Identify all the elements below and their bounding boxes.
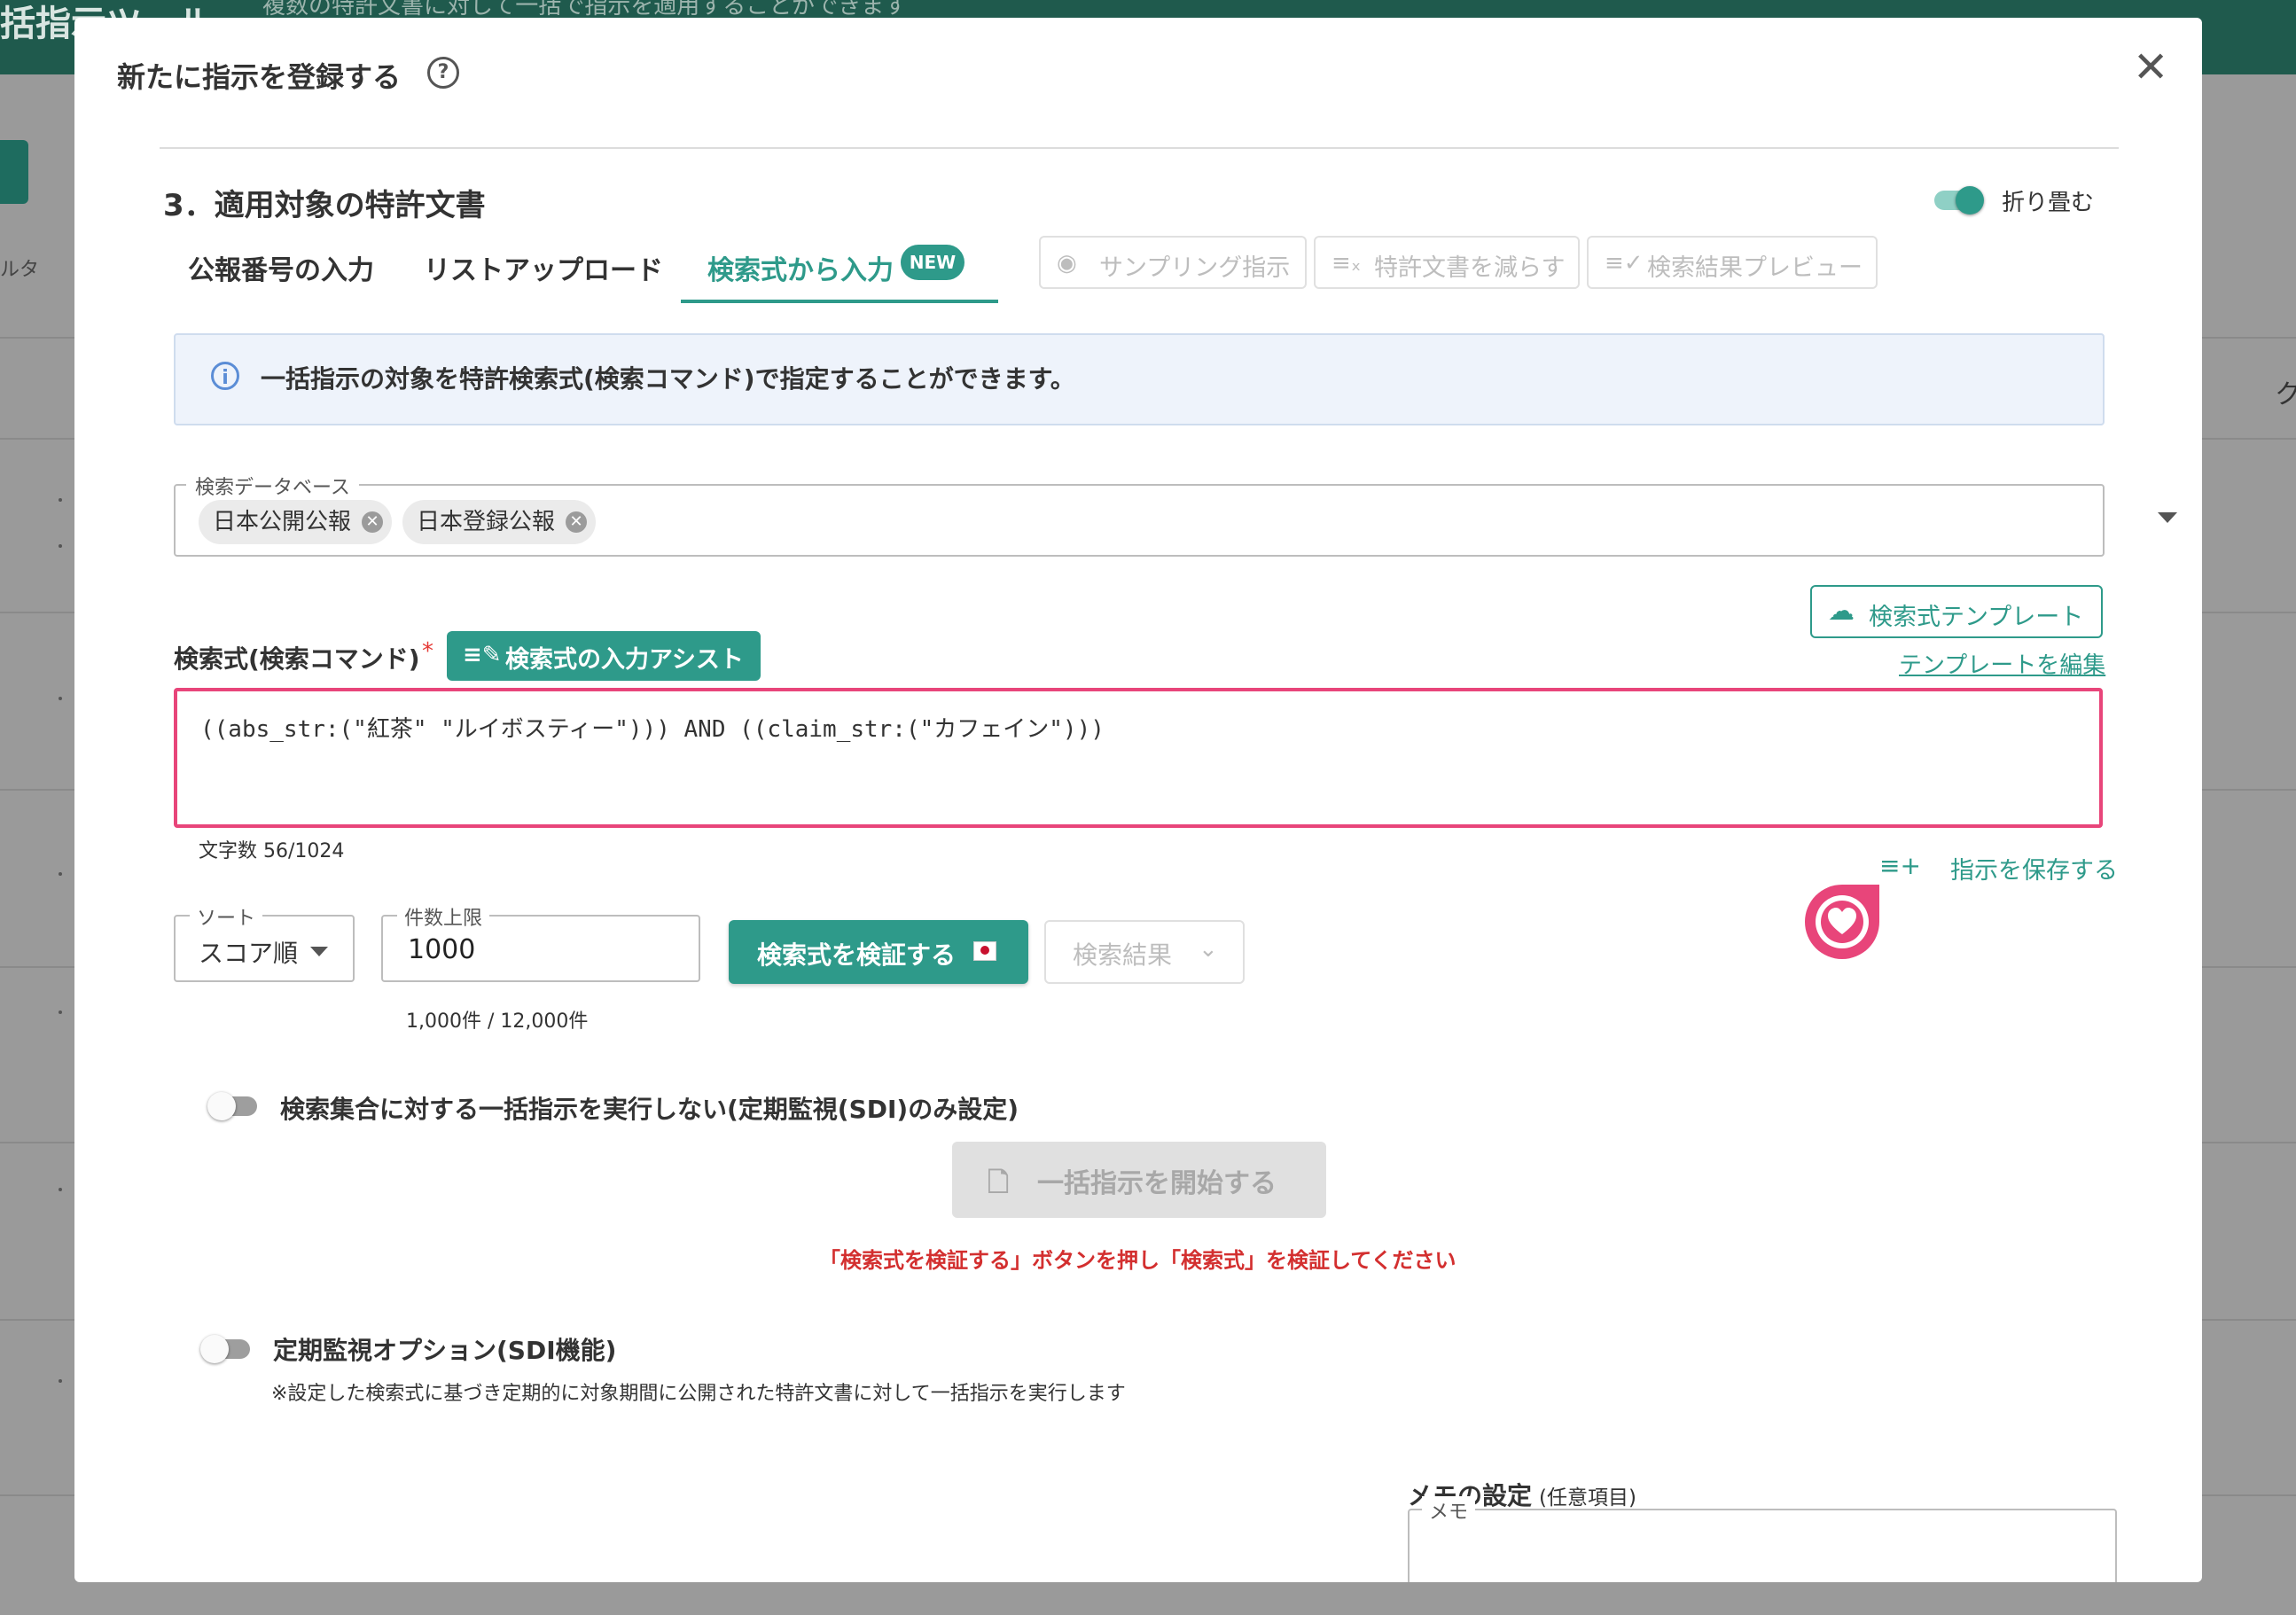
background-right-text: ク: [2275, 379, 2296, 410]
info-text: 一括指示の対象を特許検索式(検索コマンド)で指定することができます。: [261, 364, 1075, 394]
preview-results-button[interactable]: ≡✓ 検索結果プレビュー: [1587, 236, 1878, 289]
sdi-label: 定期監視オプション(SDI機能): [273, 1336, 617, 1365]
sdi-toggle[interactable]: [200, 1335, 254, 1363]
search-results-button[interactable]: 検索結果 ⌄: [1044, 920, 1245, 984]
new-badge: NEW: [901, 245, 964, 280]
reduce-documents-button[interactable]: ≡ₓ 特許文書を減らす: [1314, 236, 1580, 289]
database-select[interactable]: 日本公開公報 ✕ 日本登録公報 ✕: [174, 484, 2177, 557]
start-bulk-instruction-button[interactable]: 🗋 一括指示を開始する: [952, 1142, 1326, 1218]
japan-flag-icon: [973, 941, 996, 961]
background-filter-label: ルタ: [0, 259, 40, 281]
memo-textarea[interactable]: [1408, 1509, 2117, 1582]
collapse-toggle-knob: [1956, 186, 1984, 215]
database-chip-label: 日本公開公報: [213, 509, 352, 535]
limit-hint: 1,000件 / 12,000件: [406, 1010, 589, 1033]
database-chip[interactable]: 日本登録公報 ✕: [402, 500, 597, 544]
search-results-label: 検索結果: [1073, 940, 1173, 970]
cloud-download-icon: ☁: [1828, 596, 1855, 627]
playlist-add-icon[interactable]: ≡+: [1879, 851, 1921, 880]
verify-query-label: 検索式を検証する: [757, 940, 957, 970]
chevron-down-icon: ⌄: [1199, 936, 1218, 963]
section-title: 3．適用対象の特許文書: [163, 188, 486, 223]
active-tab-indicator: [681, 300, 998, 303]
verification-warning: 「検索式を検証する」ボタンを押し「検索式」を検証してください: [819, 1248, 1456, 1273]
sort-label: ソート: [190, 902, 263, 931]
chip-remove-icon[interactable]: ✕: [362, 511, 384, 533]
tab-list-upload[interactable]: リストアップロード: [424, 248, 663, 287]
info-banner: i 一括指示の対象を特許検索式(検索コマンド)で指定することができます。: [174, 333, 2105, 425]
list-check-icon: ≡✓: [1605, 250, 1644, 277]
query-assist-button[interactable]: ≡✎ 検索式の入力アシスト: [447, 631, 761, 681]
memo-field-label: メモ: [1422, 1496, 1476, 1525]
limit-label: 件数上限: [397, 902, 490, 931]
edit-template-link[interactable]: テンプレートを編集: [1899, 647, 2105, 680]
limit-value: 1000: [408, 934, 476, 965]
query-textarea[interactable]: ((abs_str:("紅茶" "ルイボスティー"))) AND ((claim…: [174, 688, 2103, 828]
query-assist-label: 検索式の入力アシスト: [505, 646, 744, 674]
save-instruction-link[interactable]: 指示を保存する: [1950, 851, 2118, 886]
heart-marker-icon: [1798, 878, 1886, 966]
no-exec-label: 検索集合に対する一括指示を実行しない(定期監視(SDI)のみ設定): [280, 1095, 1019, 1124]
tab-publication-number[interactable]: 公報番号の入力: [188, 248, 374, 287]
sampling-button-label: サンプリング指示: [1099, 254, 1291, 282]
background-dot: [59, 1010, 62, 1014]
char-count: 文字数 56/1024: [199, 840, 345, 862]
file-add-icon: 🗋: [988, 1167, 1010, 1198]
query-template-label: 検索式テンプレート: [1869, 604, 2084, 631]
section-divider: [160, 147, 2119, 149]
edit-list-icon: ≡✎: [463, 642, 502, 668]
query-template-button[interactable]: ☁ 検索式テンプレート: [1810, 585, 2103, 638]
reduce-button-label: 特許文書を減らす: [1374, 254, 1566, 282]
chip-remove-icon[interactable]: ✕: [566, 511, 588, 533]
background-dot: [59, 1188, 62, 1191]
sdi-toggle-knob: [200, 1335, 229, 1363]
start-bulk-label: 一括指示を開始する: [1037, 1168, 1277, 1199]
memo-optional-label: (任意項目): [1539, 1486, 1636, 1510]
register-instruction-modal: 新たに指示を登録する ? ✕ 3．適用対象の特許文書 折り畳む 公報番号の入力 …: [74, 18, 2202, 1582]
database-label: 検索データベース: [186, 472, 359, 500]
tab-search-query[interactable]: 検索式から入力: [707, 248, 894, 287]
no-exec-toggle-knob: [207, 1092, 236, 1120]
close-icon[interactable]: ✕: [2133, 46, 2168, 89]
sdi-note: ※設定した検索式に基づき定期的に対象期間に公開された特許文書に対して一括指示を実…: [271, 1383, 1126, 1405]
background-dot: [59, 544, 62, 548]
required-mark: *: [422, 638, 433, 665]
background-dot: [59, 697, 62, 700]
modal-title: 新たに指示を登録する: [117, 60, 402, 94]
eye-icon: ◉: [1057, 250, 1077, 277]
info-icon: i: [211, 362, 239, 390]
no-exec-toggle[interactable]: [207, 1092, 261, 1120]
verify-query-button[interactable]: 検索式を検証する: [729, 920, 1028, 984]
sort-value: スコア順: [199, 939, 299, 968]
background-button: [0, 140, 28, 204]
dropdown-arrow-icon[interactable]: [2158, 512, 2177, 523]
database-chip[interactable]: 日本公開公報 ✕: [199, 500, 393, 544]
query-text: ((abs_str:("紅茶" "ルイボスティー"))) AND ((claim…: [200, 716, 1105, 743]
list-remove-icon: ≡ₓ: [1332, 250, 1362, 277]
background-dot: [59, 498, 62, 502]
query-label: 検索式(検索コマンド): [174, 644, 420, 674]
help-icon[interactable]: ?: [427, 57, 459, 89]
dropdown-arrow-icon: [310, 947, 328, 956]
database-chip-label: 日本登録公報: [417, 509, 556, 535]
sampling-button[interactable]: ◉ サンプリング指示: [1039, 236, 1307, 289]
background-dot: [59, 872, 62, 876]
collapse-label: 折り畳む: [2002, 190, 2095, 216]
preview-button-label: 検索結果プレビュー: [1647, 254, 1863, 282]
background-dot: [59, 1379, 62, 1383]
collapse-toggle[interactable]: [1934, 186, 1984, 215]
